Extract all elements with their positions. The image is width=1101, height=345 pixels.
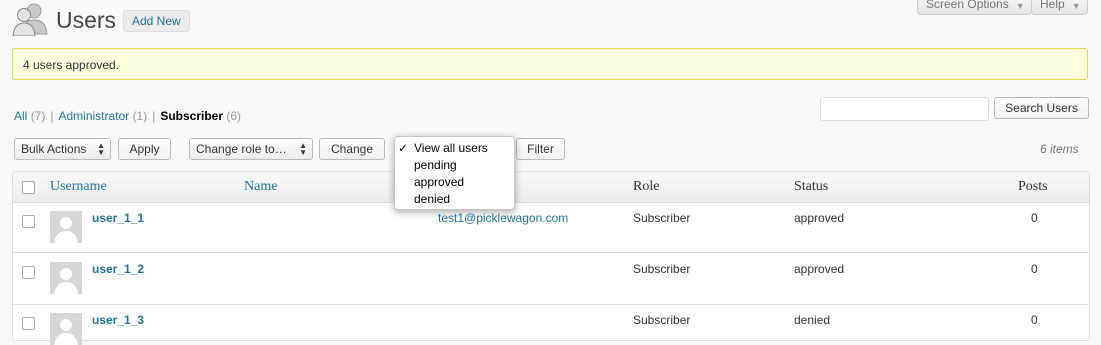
role-cell: Subscriber [633, 262, 691, 276]
default-avatar-icon [50, 313, 82, 345]
status-cell: denied [794, 313, 831, 327]
search-users-button[interactable]: Search Users [994, 97, 1089, 119]
default-avatar-icon [50, 262, 82, 294]
view-all-link[interactable]: All (7) [14, 109, 45, 123]
checkmark-icon: ✓ [398, 141, 409, 155]
default-avatar-icon [50, 211, 82, 243]
change-role-value: Change role to… [196, 142, 287, 156]
select-all-checkbox[interactable] [22, 181, 35, 194]
role-cell: Subscriber [633, 313, 691, 327]
column-name[interactable]: Name [244, 179, 277, 195]
filter-option-approved[interactable]: approved [414, 175, 464, 189]
view-subscriber-link[interactable]: Subscriber (6) [160, 109, 241, 123]
posts-cell: 0 [1031, 313, 1038, 327]
chevron-down-icon: ▼ [1071, 1, 1081, 11]
avatar [50, 211, 82, 243]
view-administrator-link[interactable]: Administrator (1) [58, 109, 147, 123]
chevron-down-icon: ▼ [1015, 1, 1025, 11]
items-count: 6 items [1040, 142, 1079, 156]
apply-button[interactable]: Apply [118, 138, 171, 160]
bulk-actions-value: Bulk Actions [21, 142, 87, 156]
row-divider [13, 304, 1089, 305]
username-link[interactable]: user_1_3 [92, 313, 144, 327]
select-arrows-icon: ▲ ▼ [299, 141, 307, 157]
row-checkbox[interactable] [22, 317, 35, 330]
row-checkbox[interactable] [22, 215, 35, 228]
change-button[interactable]: Change [319, 138, 385, 160]
select-arrows-icon: ▲ ▼ [97, 141, 105, 157]
column-status: Status [794, 179, 829, 194]
screen-options-label: Screen Options [926, 0, 1009, 11]
table-header [13, 172, 1089, 203]
email-link[interactable]: test1@picklewagon.com [438, 211, 568, 225]
change-role-select[interactable]: Change role to… ▲ ▼ [189, 138, 313, 160]
avatar [50, 313, 82, 345]
page-title: Users [56, 7, 117, 33]
bulk-actions-select[interactable]: Bulk Actions ▲ ▼ [14, 138, 111, 160]
status-cell: approved [794, 211, 845, 225]
add-new-button[interactable]: Add New [123, 10, 190, 32]
notice-message: 4 users approved. [23, 58, 120, 72]
filter-option-pending[interactable]: pending [414, 158, 457, 172]
filter-option-denied[interactable]: denied [414, 192, 450, 206]
row-checkbox[interactable] [22, 266, 35, 279]
updated-notice: 4 users approved. [12, 48, 1088, 80]
role-cell: Subscriber [633, 211, 691, 225]
filter-button[interactable]: Filter [516, 138, 565, 160]
status-cell: approved [794, 262, 845, 276]
column-username[interactable]: Username [50, 179, 107, 195]
help-button[interactable]: Help ▼ [1031, 0, 1088, 15]
avatar [50, 262, 82, 294]
row-divider [13, 252, 1089, 253]
users-icon [12, 3, 48, 36]
username-link[interactable]: user_1_1 [92, 211, 144, 225]
username-link[interactable]: user_1_2 [92, 262, 144, 276]
screen-options-button[interactable]: Screen Options ▼ [917, 0, 1032, 15]
column-role: Role [633, 179, 660, 194]
search-input[interactable] [820, 97, 989, 121]
posts-cell: 0 [1031, 262, 1038, 276]
user-role-views: All (7) | Administrator (1) | Subscriber (6) [14, 109, 242, 123]
column-posts: Posts [1018, 179, 1048, 194]
filter-option-all[interactable]: View all users [414, 141, 488, 155]
help-label: Help [1040, 0, 1065, 11]
posts-cell: 0 [1031, 211, 1038, 225]
